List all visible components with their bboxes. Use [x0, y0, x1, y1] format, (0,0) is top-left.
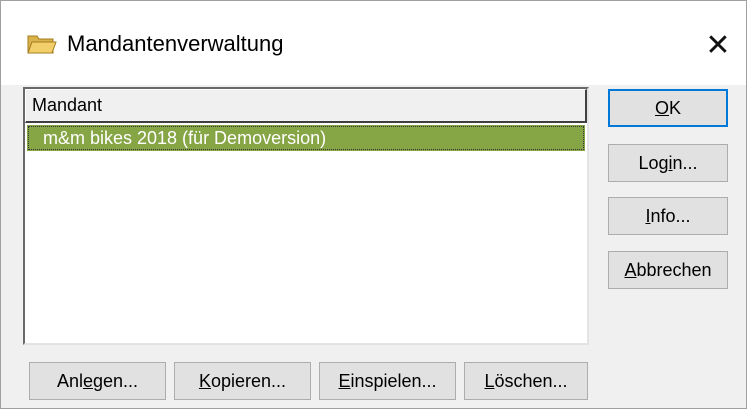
login-button[interactable]: Log i n... [608, 144, 728, 182]
create-button[interactable]: Anl e gen... [29, 362, 166, 400]
create-label-pre: Anl [56, 370, 83, 391]
ok-button[interactable]: OK [608, 89, 728, 127]
create-label-post: gen... [92, 370, 139, 391]
column-header-mandant[interactable]: Mandant [25, 89, 587, 123]
copy-label-post: opieren... [210, 370, 287, 391]
import-label-post: inspielen... [350, 370, 437, 391]
cancel-label-mnemonic: A [624, 259, 637, 280]
delete-button[interactable]: Löschen... [464, 362, 588, 400]
copy-label-mnemonic: K [198, 370, 211, 391]
import-button[interactable]: Einspielen... [319, 362, 456, 400]
delete-label-mnemonic: L [484, 370, 495, 391]
cancel-button[interactable]: Abbrechen [608, 251, 728, 289]
login-label-post: n... [672, 152, 698, 173]
ok-label-mnemonic: O [654, 97, 669, 118]
cancel-label-post: bbrechen [636, 259, 712, 280]
delete-label-post: öschen... [494, 370, 568, 391]
info-button[interactable]: Info... [608, 197, 728, 235]
title-bar[interactable]: Mandantenverwaltung ✕ [1, 1, 746, 85]
info-label-post: nfo... [650, 205, 691, 226]
create-label-mnemonic: e [82, 370, 93, 391]
import-label-mnemonic: E [338, 370, 351, 391]
list-item[interactable]: m&m bikes 2018 (für Demoversion) [27, 125, 585, 151]
window-title: Mandantenverwaltung [67, 31, 284, 56]
client-list[interactable]: Mandant m&m bikes 2018 (für Demoversion) [23, 87, 589, 345]
close-icon[interactable]: ✕ [690, 19, 746, 71]
dialog-window: Mandantenverwaltung ✕ Mandant m&m bikes … [0, 0, 747, 409]
ok-label-post: K [669, 97, 682, 118]
copy-button[interactable]: Kopieren... [174, 362, 311, 400]
login-label-pre: Log [638, 152, 669, 173]
folder-icon [27, 33, 57, 55]
